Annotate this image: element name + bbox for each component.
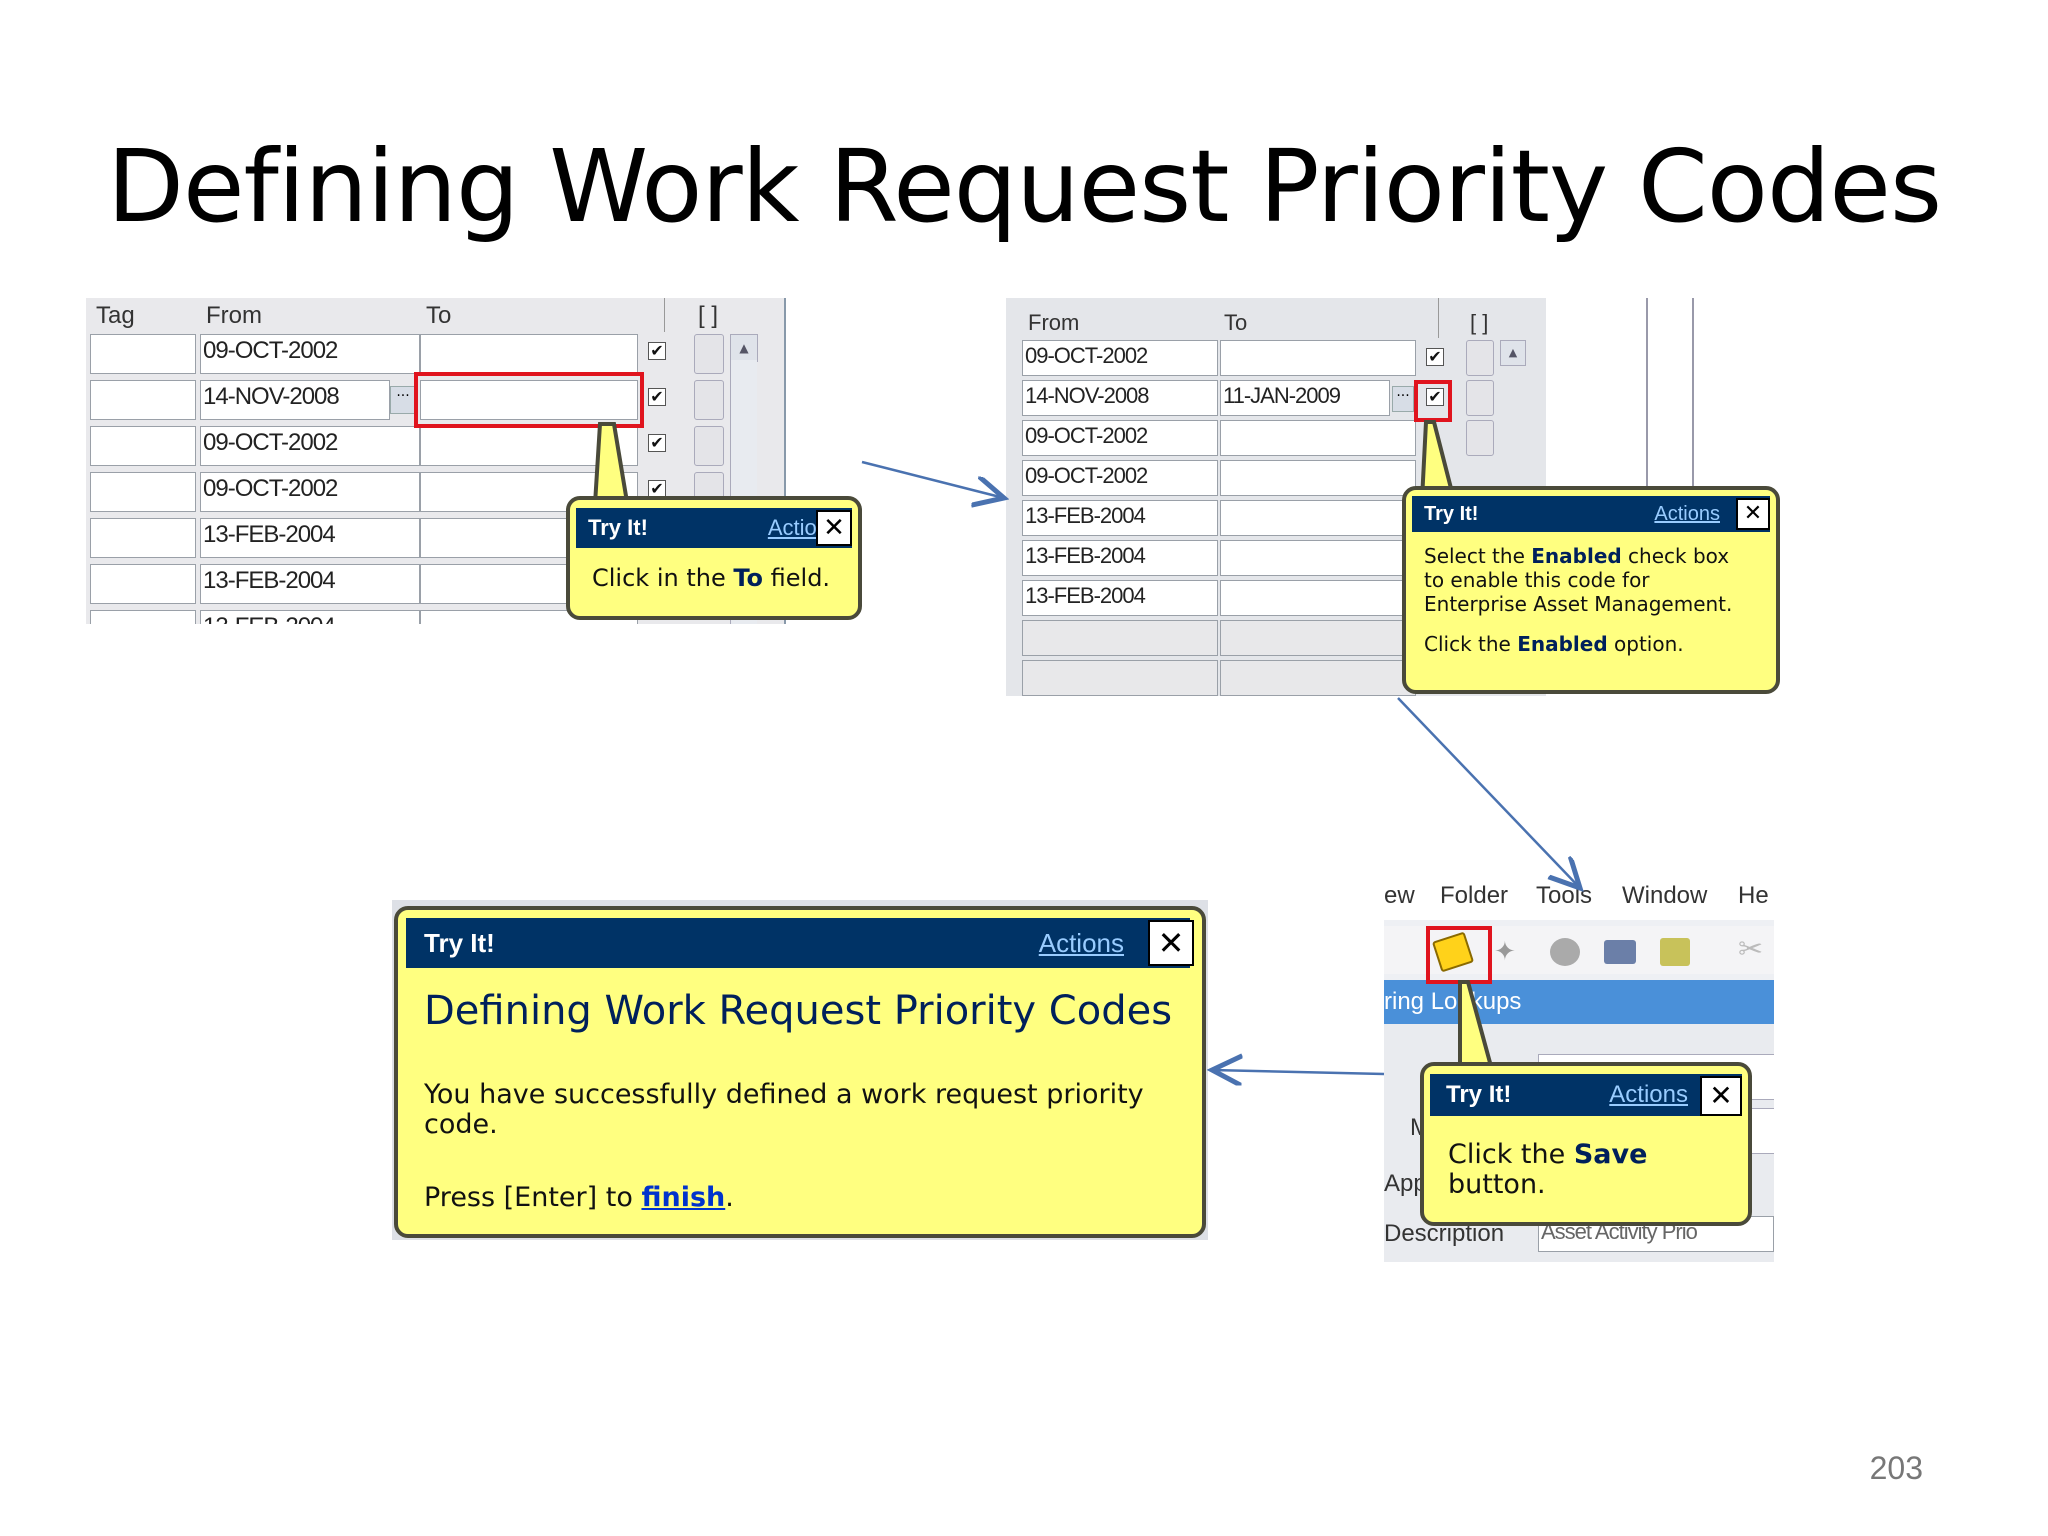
arrow-step2-to-step3 bbox=[1397, 697, 1580, 888]
flow-arrows bbox=[861, 460, 2048, 1536]
page-number: 203 bbox=[1869, 1450, 1923, 1486]
arrow-step1-to-step2 bbox=[861, 460, 1004, 498]
arrow-step3-to-step4 bbox=[1212, 1070, 1385, 1074]
